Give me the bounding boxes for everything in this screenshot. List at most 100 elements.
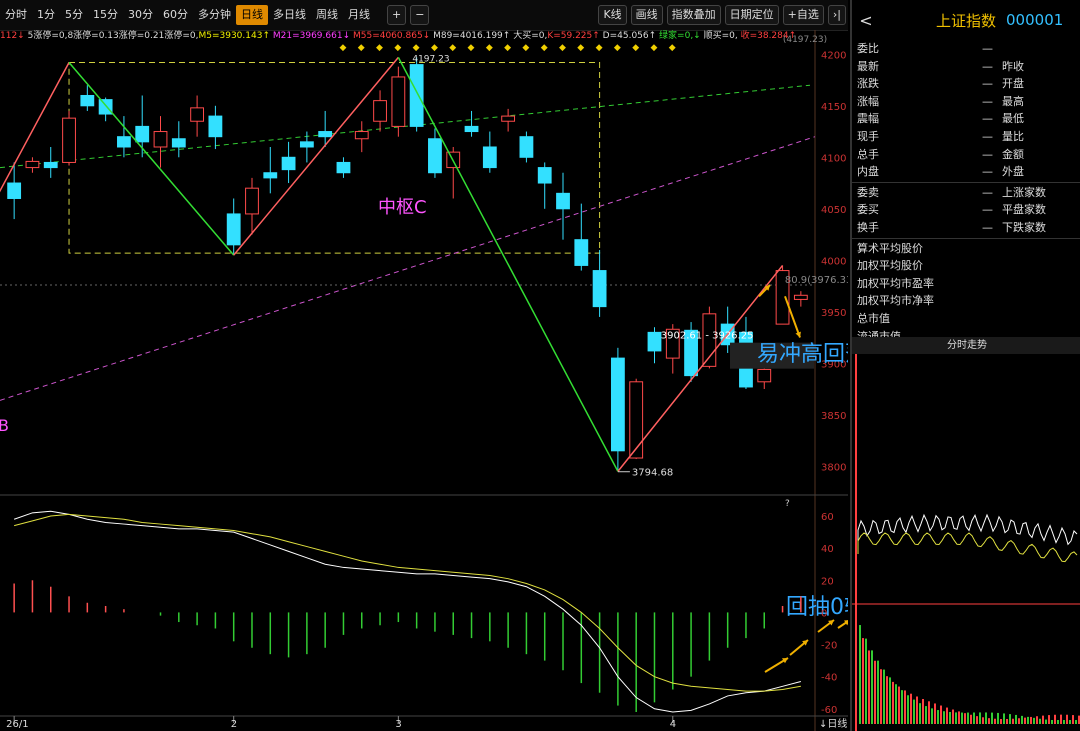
signal-diamond: ◆	[431, 43, 438, 53]
period-toolbar: 分时 1分 5分 15分 30分 60分 多分钟 日线 多日线 周线 月线 + − K线 画线 指数叠加 日期定…	[0, 0, 848, 31]
kline-chart[interactable]: 420041504100405040003950390038503800◆ ◆ ◆ ◆…	[0, 30, 848, 731]
quote-label-right: 下跌家数	[1002, 220, 1046, 234]
candle-body	[409, 64, 424, 127]
signal-diamond: ◆	[614, 43, 621, 53]
candle-body	[519, 136, 534, 158]
period-4[interactable]: 30分	[123, 5, 158, 25]
quote-label-right: 昨收	[1002, 59, 1024, 73]
zoom-in-button[interactable]: +	[387, 5, 407, 25]
candle-body	[171, 138, 186, 148]
signal-diamond: ◆	[669, 43, 676, 53]
y-tick-label: 3850	[821, 411, 846, 422]
x-tick-label: 26/1	[6, 719, 28, 730]
quote-row: 内盘 — 外盘	[852, 163, 1080, 181]
candle-body	[208, 115, 223, 138]
timeshare-title: 分时走势	[852, 337, 1080, 354]
quote-label: 加权平均市盈率	[857, 276, 934, 290]
draw-button[interactable]: 画线	[630, 5, 663, 25]
candle-body	[391, 76, 406, 127]
macd-dif-line	[13, 510, 801, 713]
candle-body	[574, 239, 589, 266]
macd-help: ?	[785, 499, 790, 509]
quote-row: 换手 — 下跌家数	[852, 219, 1080, 237]
period-2[interactable]: 5分	[60, 5, 88, 25]
candle-body	[117, 136, 131, 148]
quote-label-right: 最高	[1002, 94, 1024, 108]
quote-value: —	[982, 42, 993, 55]
ts-price-line	[857, 513, 1078, 549]
period-5[interactable]: 60分	[158, 5, 193, 25]
candle-body	[373, 100, 387, 122]
quote-value: —	[982, 59, 993, 73]
quote-value: —	[982, 147, 993, 161]
candle-body	[245, 187, 259, 215]
period-8[interactable]: 多日线	[268, 5, 311, 25]
period-6[interactable]: 多分钟	[193, 5, 236, 25]
signal-diamond: ◆	[596, 43, 603, 53]
candle-body	[153, 131, 168, 148]
candle-body	[62, 117, 76, 163]
macd-y-tick: 40	[821, 544, 834, 555]
candle-body	[190, 107, 205, 122]
y-tick-label: 4050	[821, 205, 846, 216]
period-1[interactable]: 1分	[32, 5, 60, 25]
quote-value: —	[982, 185, 993, 199]
signal-diamond: ◆	[541, 43, 548, 53]
y-tick-label: 4100	[821, 153, 846, 164]
zoom-out-button[interactable]: −	[410, 5, 430, 25]
quote-value: —	[982, 203, 993, 217]
quote-label: 内盘	[857, 165, 879, 179]
x-tick-label: 2	[231, 719, 237, 730]
candle-body	[7, 182, 22, 199]
period-3[interactable]: 15分	[88, 5, 123, 25]
candle-body	[428, 138, 442, 174]
quote-label: 总市值	[857, 311, 890, 325]
quote-row: 委卖 — 上涨家数	[852, 184, 1080, 202]
signal-diamond: ◆	[504, 43, 511, 53]
candle-body	[464, 125, 479, 133]
divider	[852, 237, 1080, 239]
pivot-label: B	[0, 416, 9, 435]
signal-diamond: ◆	[339, 43, 346, 53]
date-locate-button[interactable]: 日期定位	[724, 5, 779, 25]
quote-value: —	[982, 94, 993, 108]
quote-value: —	[982, 129, 993, 143]
collapse-button[interactable]: ›|	[827, 5, 846, 25]
timeshare-chart[interactable]	[852, 354, 1080, 731]
quote-label: 震幅	[857, 112, 879, 126]
candle-body	[647, 331, 662, 352]
quote-row: 加权平均市盈率	[852, 275, 1080, 293]
quote-label: 委买	[857, 203, 879, 217]
quote-row: 涨跌 — 开盘	[852, 75, 1080, 93]
quote-panel: < 上证指数 000001 委比 — 最新 — 昨收 涨跌 — 开盘 涨幅 — 最高 震幅 — 最低 现手 —…	[850, 0, 1080, 731]
candle-body	[98, 99, 113, 115]
overlay-button[interactable]: 指数叠加	[666, 5, 721, 25]
period-9[interactable]: 周线	[311, 5, 343, 25]
quote-label-right: 量比	[1002, 129, 1024, 143]
period-0[interactable]: 分时	[0, 5, 32, 25]
quote-row: 加权平均市净率	[852, 292, 1080, 310]
kline-button[interactable]: K线	[598, 5, 627, 25]
macd-y-tick: -40	[821, 673, 837, 684]
y-tick-label: 3950	[821, 308, 846, 319]
signal-diamond: ◆	[468, 43, 475, 53]
index-code: 000001	[1006, 11, 1064, 29]
macd-y-tick: 60	[821, 512, 834, 523]
quote-row: 委比 —	[852, 40, 1080, 58]
y-tick-label: 4200	[821, 50, 846, 61]
back-icon[interactable]: <	[852, 11, 880, 30]
note-pullback: 易冲高回落	[757, 342, 848, 367]
y-tick-label: 4150	[821, 102, 846, 113]
macd-y-tick: 20	[821, 576, 834, 587]
quote-table: 委比 — 最新 — 昨收 涨跌 — 开盘 涨幅 — 最高 震幅 — 最低 现手 — 量比 总手 — 金额 内盘 — 外盘 委卖…	[852, 40, 1080, 345]
quote-label: 最新	[857, 59, 879, 73]
quote-row: 最新 — 昨收	[852, 58, 1080, 76]
period-7[interactable]: 日线	[236, 5, 268, 25]
quote-label-right: 外盘	[1002, 165, 1024, 179]
quote-label: 涨跌	[857, 77, 879, 91]
quote-value: —	[982, 77, 993, 91]
watchlist-button[interactable]: +自选	[782, 5, 824, 25]
quote-label-right: 金额	[1002, 147, 1024, 161]
candle-body	[793, 294, 808, 300]
period-10[interactable]: 月线	[343, 5, 375, 25]
